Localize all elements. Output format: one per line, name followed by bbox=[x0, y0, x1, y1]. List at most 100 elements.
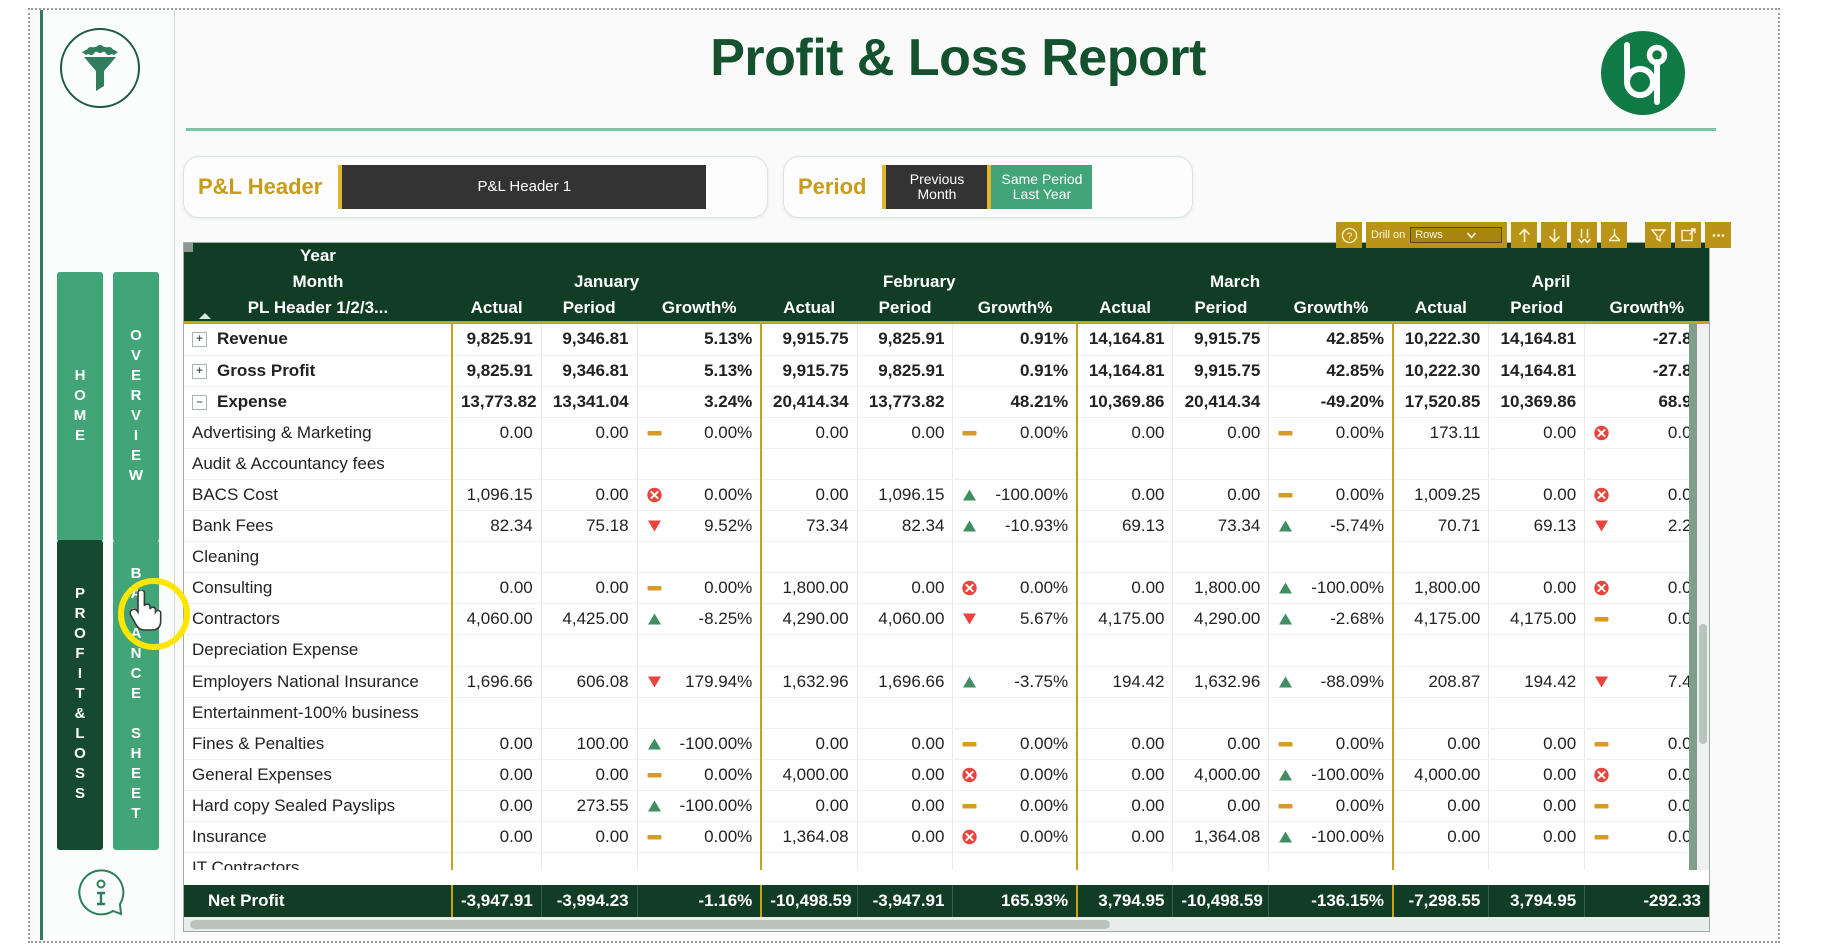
cell-actual[interactable]: 0.00 bbox=[1076, 572, 1173, 605]
cell-growth[interactable]: 0.00% bbox=[952, 417, 1078, 449]
cell-actual[interactable]: 0.00 bbox=[1076, 479, 1173, 512]
expand-icon[interactable]: + bbox=[192, 332, 207, 348]
cell-growth[interactable] bbox=[1268, 541, 1393, 574]
sort-ascending-icon[interactable] bbox=[199, 313, 211, 319]
cell-actual[interactable]: 1,096.15 bbox=[450, 479, 542, 512]
cell-period[interactable] bbox=[856, 697, 953, 729]
cell-growth[interactable]: 5.13% bbox=[636, 324, 762, 356]
matrix-vertical-scrollbar-thumb[interactable] bbox=[1699, 624, 1707, 744]
cell-period[interactable]: 0.00 bbox=[540, 821, 638, 854]
drill-down-button[interactable] bbox=[1541, 222, 1568, 248]
cell-period[interactable]: 69.13 bbox=[1488, 510, 1585, 543]
profit-loss-matrix[interactable]: Year Month January February March April … bbox=[183, 242, 1710, 932]
cell-actual[interactable]: 9,825.91 bbox=[450, 355, 542, 387]
cell-growth[interactable]: 42.85% bbox=[1268, 355, 1393, 387]
cell-growth[interactable]: 3.24% bbox=[636, 386, 762, 418]
row-label-cell[interactable]: Fines & Penalties bbox=[184, 728, 452, 760]
cell-actual[interactable]: 1,009.25 bbox=[1392, 479, 1489, 512]
row-label-cell[interactable]: Audit & Accountancy fees bbox=[184, 448, 452, 480]
cell-period[interactable]: 0.00 bbox=[856, 821, 953, 854]
cell-growth[interactable]: 9.52% bbox=[636, 510, 762, 543]
cell-actual[interactable] bbox=[450, 541, 542, 574]
cell-period[interactable]: 0.00 bbox=[1172, 790, 1269, 823]
table-row[interactable]: Consulting 0.00 0.00 0.00% 1,800.00 0.00 0.00%… bbox=[184, 572, 1709, 605]
table-row[interactable]: Cleaning bbox=[184, 541, 1709, 574]
cell-period[interactable]: 13,341.04 bbox=[540, 386, 638, 418]
filter-icon[interactable] bbox=[1645, 222, 1672, 248]
cell-period[interactable]: 1,696.66 bbox=[856, 666, 953, 698]
cell-actual[interactable]: 82.34 bbox=[450, 510, 542, 543]
cell-period[interactable]: 0.00 bbox=[856, 572, 953, 605]
row-label-cell[interactable]: Insurance bbox=[184, 821, 452, 854]
cell-period[interactable]: 0.00 bbox=[1488, 728, 1585, 760]
cell-actual[interactable]: 0.00 bbox=[450, 759, 542, 791]
cell-actual[interactable]: 14,164.81 bbox=[1076, 355, 1173, 387]
cell-growth[interactable]: -5.74% bbox=[1268, 510, 1393, 543]
matrix-horizontal-scrollbar[interactable] bbox=[184, 917, 1709, 931]
cell-period[interactable] bbox=[1172, 852, 1269, 870]
cell-period[interactable]: 4,290.00 bbox=[1172, 603, 1269, 636]
cell-period[interactable]: 13,773.82 bbox=[856, 386, 953, 418]
cell-growth[interactable]: 48.21% bbox=[952, 386, 1078, 418]
cell-actual[interactable]: 70.71 bbox=[1392, 510, 1489, 543]
table-row[interactable]: IT Contractors bbox=[184, 852, 1709, 870]
column-february-growth[interactable]: Growth% bbox=[953, 295, 1077, 321]
cell-actual[interactable]: 69.13 bbox=[1076, 510, 1173, 543]
cell-growth[interactable]: -3.75% bbox=[952, 666, 1078, 698]
cell-actual[interactable] bbox=[760, 541, 858, 574]
cell-growth[interactable]: 0.00% bbox=[1268, 728, 1393, 760]
cell-growth[interactable]: -100.00% bbox=[1268, 759, 1393, 791]
cell-growth[interactable] bbox=[1268, 852, 1393, 870]
cell-actual[interactable]: 0.00 bbox=[450, 821, 542, 854]
pl-header-option-1[interactable]: P&L Header 1 bbox=[338, 165, 707, 209]
collapse-icon[interactable]: – bbox=[192, 394, 207, 410]
cell-actual[interactable]: 208.87 bbox=[1392, 666, 1489, 698]
cell-period[interactable]: 0.00 bbox=[1172, 417, 1269, 449]
row-label-cell[interactable]: Entertainment-100% business bbox=[184, 697, 452, 729]
cell-actual[interactable]: 1,800.00 bbox=[760, 572, 858, 605]
sidebar-item-overview[interactable]: OVERVIEW bbox=[113, 272, 159, 542]
cell-period[interactable]: 4,425.00 bbox=[540, 603, 638, 636]
column-march-period[interactable]: Period bbox=[1173, 295, 1269, 321]
column-group-april[interactable]: April bbox=[1393, 269, 1709, 295]
cell-actual[interactable]: 1,364.08 bbox=[760, 821, 858, 854]
cell-actual[interactable]: 9,915.75 bbox=[760, 324, 858, 356]
cell-period[interactable]: 9,915.75 bbox=[1172, 324, 1269, 356]
cell-actual[interactable]: 17,520.85 bbox=[1392, 386, 1489, 418]
cell-growth[interactable]: -88.09% bbox=[1268, 666, 1393, 698]
go-to-next-level-button[interactable] bbox=[1601, 222, 1628, 248]
cell-growth[interactable] bbox=[636, 852, 762, 870]
cell-actual[interactable]: 0.00 bbox=[760, 790, 858, 823]
cell-actual[interactable]: 0.00 bbox=[1392, 790, 1489, 823]
cell-growth[interactable]: 0.91% bbox=[952, 355, 1078, 387]
table-row[interactable]: BACS Cost 1,096.15 0.00 0.00% 0.00 1,096.15 -1… bbox=[184, 479, 1709, 512]
table-row[interactable]: Insurance 0.00 0.00 0.00% 1,364.08 0.00 0.00% 0… bbox=[184, 821, 1709, 854]
cell-actual[interactable]: 1,696.66 bbox=[450, 666, 542, 698]
cell-growth[interactable] bbox=[952, 634, 1078, 667]
cell-actual[interactable]: 0.00 bbox=[450, 572, 542, 605]
cell-growth[interactable]: -8.25% bbox=[636, 603, 762, 636]
cell-actual[interactable] bbox=[450, 852, 542, 870]
cell-growth[interactable]: 0.00% bbox=[636, 417, 762, 449]
cell-period[interactable] bbox=[540, 541, 638, 574]
cell-growth[interactable]: -2.68% bbox=[1268, 603, 1393, 636]
period-option-previous-month[interactable]: Previous Month bbox=[882, 165, 988, 209]
cell-growth[interactable] bbox=[952, 448, 1078, 480]
cell-growth[interactable]: 5.13% bbox=[636, 355, 762, 387]
cell-actual[interactable]: 0.00 bbox=[760, 417, 858, 449]
cell-growth[interactable]: 0.00% bbox=[952, 821, 1078, 854]
cell-period[interactable]: 0.00 bbox=[540, 572, 638, 605]
cell-growth[interactable]: -49.20% bbox=[1268, 386, 1393, 418]
cell-period[interactable]: 0.00 bbox=[540, 417, 638, 449]
visual-resize-handle[interactable] bbox=[184, 243, 193, 252]
cell-period[interactable]: 9,915.75 bbox=[1172, 355, 1269, 387]
row-label-cell[interactable]: Depreciation Expense bbox=[184, 634, 452, 667]
cell-period[interactable]: 75.18 bbox=[540, 510, 638, 543]
cell-period[interactable] bbox=[1488, 634, 1585, 667]
cell-actual[interactable]: 4,175.00 bbox=[1392, 603, 1489, 636]
period-option-same-period-last-year[interactable]: Same Period Last Year bbox=[987, 165, 1093, 209]
cell-period[interactable] bbox=[1172, 541, 1269, 574]
cell-growth[interactable] bbox=[952, 697, 1078, 729]
row-label-cell[interactable]: + Gross Profit bbox=[184, 355, 452, 387]
cell-actual[interactable] bbox=[760, 448, 858, 480]
